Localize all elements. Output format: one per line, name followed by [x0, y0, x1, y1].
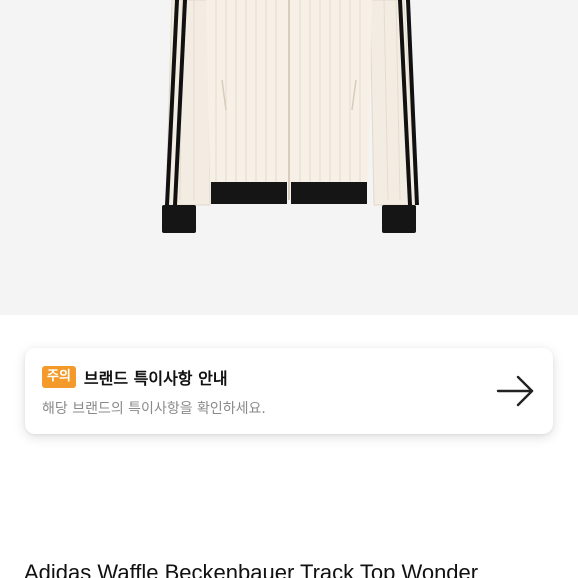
notice-header: 주의 브랜드 특이사항 안내 [42, 365, 228, 389]
notice-description: 해당 브랜드의 특이사항을 확인하세요. [42, 401, 266, 417]
product-title: Adidas Waffle Beckenbauer Track Top Wond… [24, 560, 479, 578]
product-image[interactable] [0, 0, 578, 315]
brand-notice-card[interactable]: 주의 브랜드 특이사항 안내 해당 브랜드의 특이사항을 확인하세요. [25, 348, 553, 434]
notice-title: 브랜드 특이사항 안내 [83, 369, 228, 388]
product-page: 주의 브랜드 특이사항 안내 해당 브랜드의 특이사항을 확인하세요. Adid… [0, 0, 578, 578]
arrow-right-icon[interactable] [496, 374, 536, 408]
warning-badge: 주의 [42, 366, 76, 388]
jacket-image [162, 0, 419, 233]
